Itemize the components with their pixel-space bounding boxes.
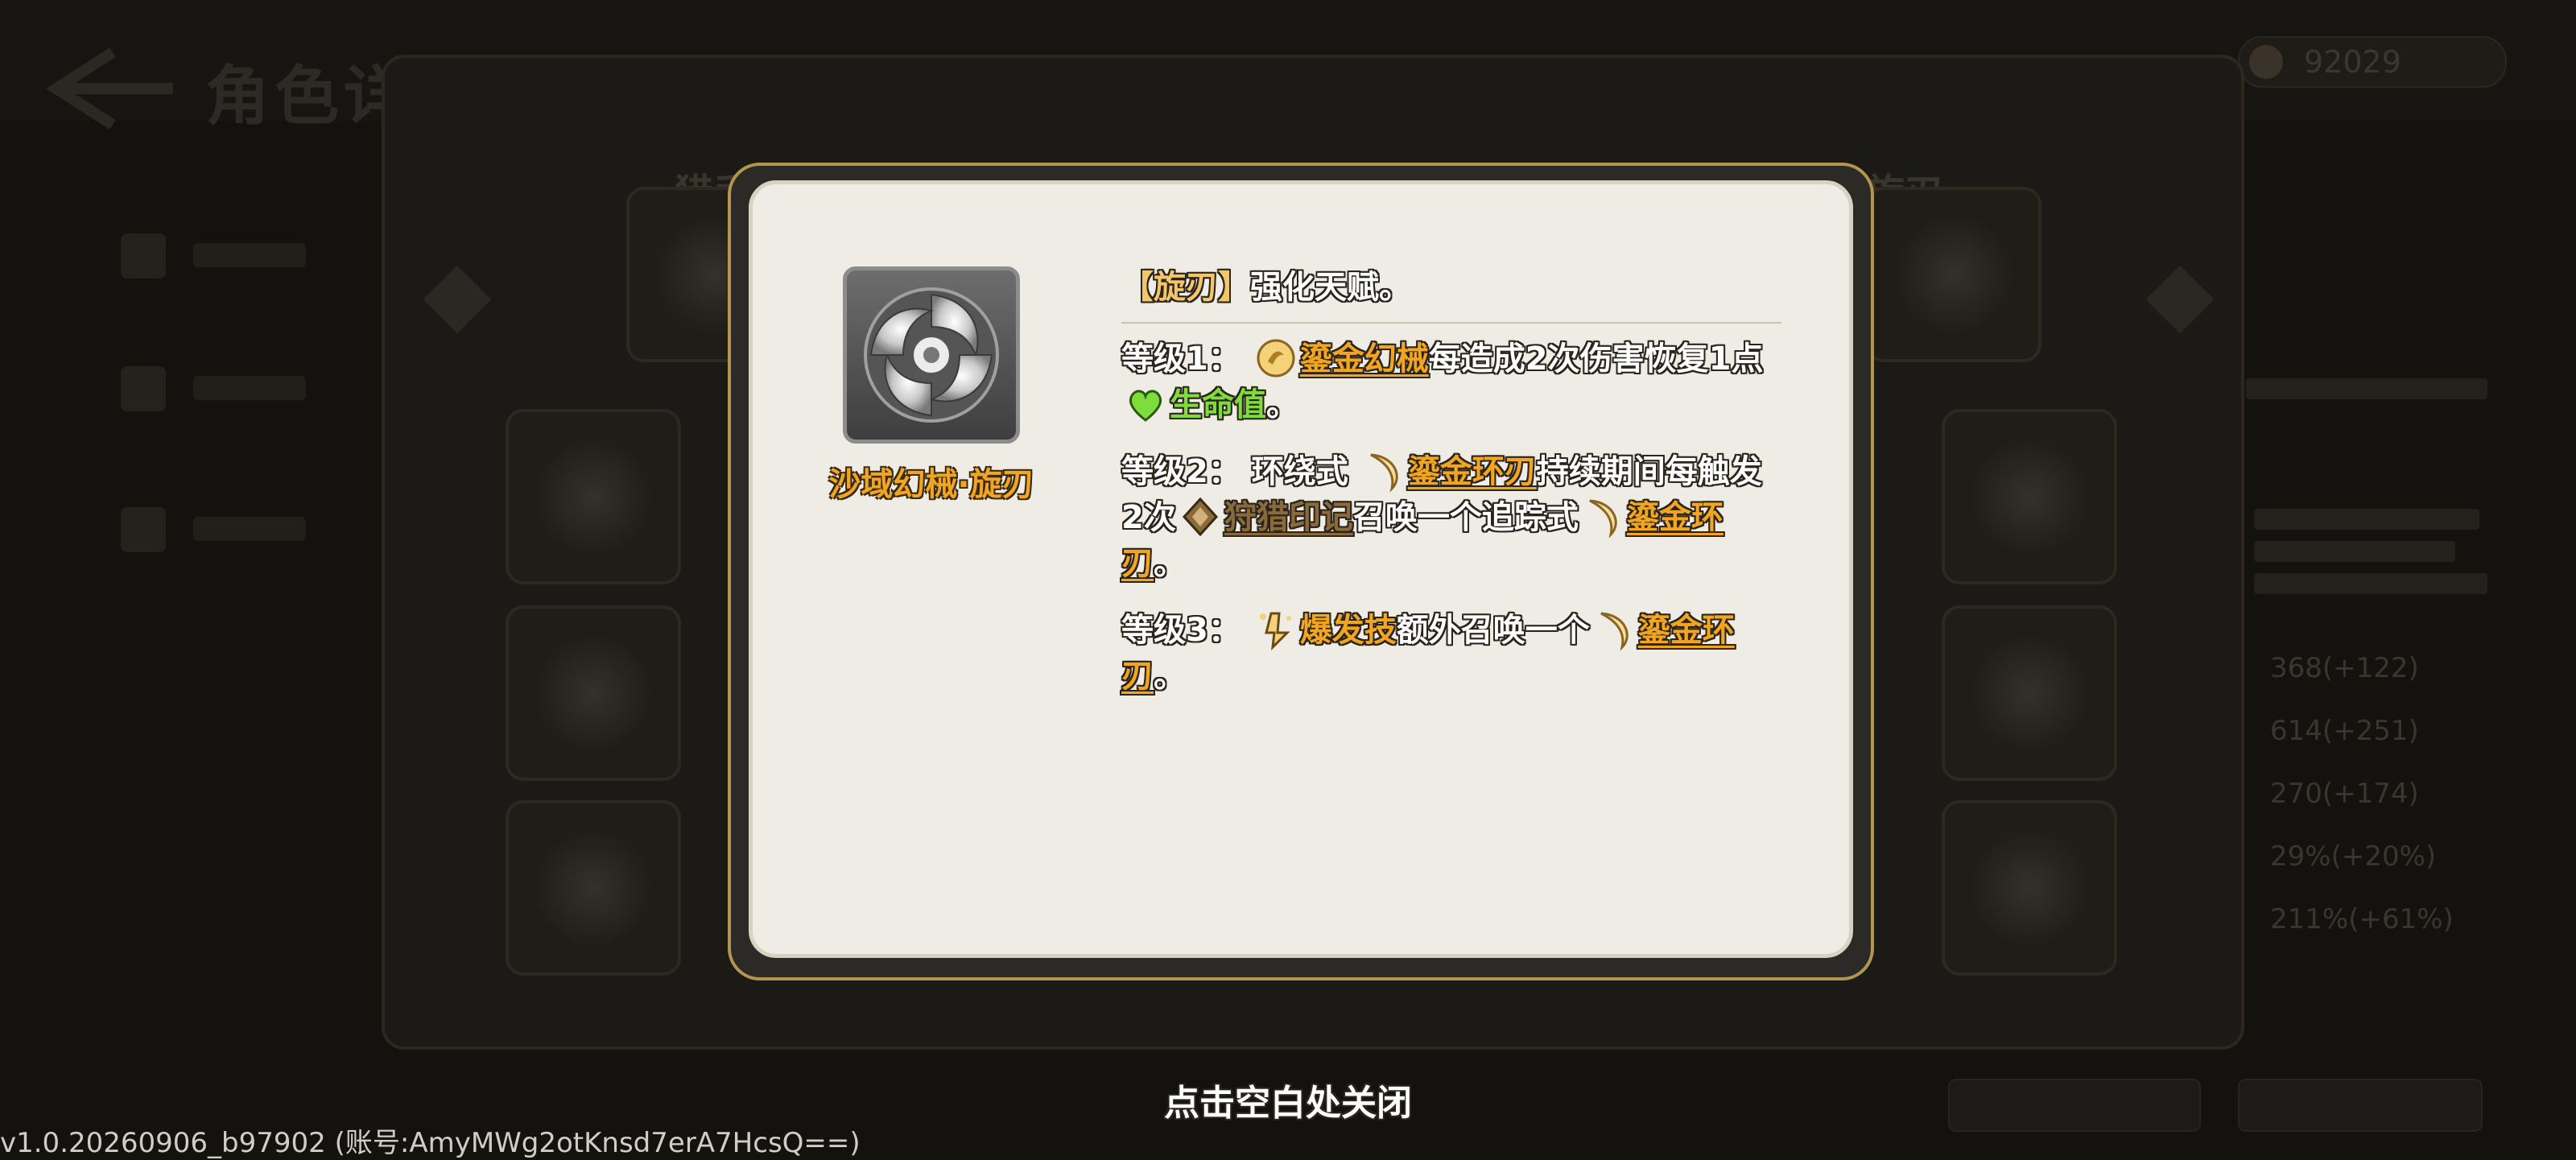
text-placeholder [2246,378,2487,399]
stat-value: 211%(+61%) [2270,903,2454,935]
level-label: 等级2： [1121,453,1241,490]
level-1-text: 等级1： 鎏金幻械每造成2次伤害恢复1点生命值。 [1121,336,1781,428]
burst-skill-icon [1259,612,1291,650]
crescent-blade-icon [1370,453,1398,492]
swirl-blades-icon [864,287,999,423]
level-text: 。 [1266,386,1298,423]
level-text: 召唤一个追踪式 [1352,499,1579,536]
skill-slot[interactable] [1942,800,2117,976]
skill-slot[interactable] [506,409,681,584]
skill-slot[interactable] [1942,605,2117,781]
gilded-mecha-icon [1257,339,1295,378]
close-hint[interactable]: 点击空白处关闭 [1127,1074,1449,1125]
menu-label-placeholder [193,243,306,267]
crest-icon [533,828,654,948]
menu-icon [121,233,166,279]
swirl-icon [1893,214,2014,335]
intro-keyword: 旋刃 [1154,269,1218,306]
stat-value: 614(+251) [2270,715,2419,747]
level-text: 。 [1154,545,1186,582]
text-placeholder [2254,541,2455,562]
shield-icon [533,633,654,753]
diamond-ornament [2145,265,2215,334]
skill-slot[interactable] [506,605,681,781]
heart-icon [1129,390,1162,422]
level-label: 等级3： [1121,612,1241,649]
skill-slot[interactable] [1866,187,2041,362]
keyword-link[interactable]: 鎏金环刃 [1408,453,1537,490]
slash-icon [1969,633,2090,753]
card-icon [121,507,166,552]
stat-value: 270(+174) [2270,778,2419,810]
talent-intro: 【旋刃】强化天赋。 [1121,265,1781,311]
divider [1121,322,1781,324]
background-button[interactable] [1948,1079,2201,1132]
text-placeholder [2254,509,2479,530]
skill-slot[interactable] [1942,409,2117,584]
diamond-ornament [423,265,492,334]
intro-text: 强化天赋。 [1250,269,1411,306]
crescent-blade-icon [1589,499,1617,538]
menu-label-placeholder [193,376,306,400]
level-text: 环绕式 [1251,453,1348,490]
crossed-blades-icon [533,436,654,557]
crescent-blade-icon [1600,612,1629,650]
version-info: v1.0.20260906_b97902 (账号:AmyMWg2otKnsd7e… [0,1127,861,1159]
level-2-text: 等级2： 环绕式 鎏金环刃持续期间每触发2次 狩猎印记召唤一个追踪式 鎏金环刃。 [1121,449,1781,587]
menu-item[interactable] [121,499,338,555]
talent-name: 沙域幻械·旋刃 [828,466,1034,503]
level-text: 额外召唤一个 [1396,612,1590,649]
keyword-burst: 爆发技 [1299,612,1397,649]
level-text: 每造成2次伤害恢复1点 [1428,341,1764,378]
talent-description: 【旋刃】强化天赋。 等级1： 鎏金幻械每造成2次伤害恢复1点生命值。 等级2： … [1121,265,1781,720]
coin-icon [2249,45,2283,79]
skill-slot[interactable] [506,800,681,976]
talent-detail-modal: 沙域幻械·旋刃 【旋刃】强化天赋。 等级1： 鎏金幻械每造成2次伤害恢复1点生命… [728,163,1874,980]
intro-bracket: 】 [1218,269,1250,306]
menu-item[interactable] [121,358,338,415]
menu-label-placeholder [193,517,306,541]
keyword-life: 生命值 [1170,386,1266,423]
level-3-text: 等级3： 爆发技额外召唤一个 鎏金环刃。 [1121,608,1781,700]
vortex-icon [1969,828,2090,948]
currency-amount: 92029 [2304,44,2401,80]
keyword-link[interactable]: 鎏金幻械 [1300,341,1429,378]
currency-counter: 92029 [2238,36,2507,88]
menu-item[interactable] [121,225,338,282]
intro-bracket: 【 [1121,269,1154,306]
back-arrow-icon[interactable] [40,44,177,133]
hunt-mark-icon [1182,497,1218,537]
text-placeholder [2254,573,2487,594]
talent-icon-frame [843,266,1020,444]
sword-icon [121,366,166,411]
background-button[interactable] [2238,1079,2483,1132]
spike-burst-icon [1969,436,2090,557]
level-text: 。 [1154,658,1186,695]
stat-value: 368(+122) [2270,652,2419,684]
stat-value: 29%(+20%) [2270,840,2437,873]
modal-card: 沙域幻械·旋刃 【旋刃】强化天赋。 等级1： 鎏金幻械每造成2次伤害恢复1点生命… [749,180,1853,958]
level-label: 等级1： [1121,341,1241,378]
keyword-link[interactable]: 狩猎印记 [1224,499,1353,536]
